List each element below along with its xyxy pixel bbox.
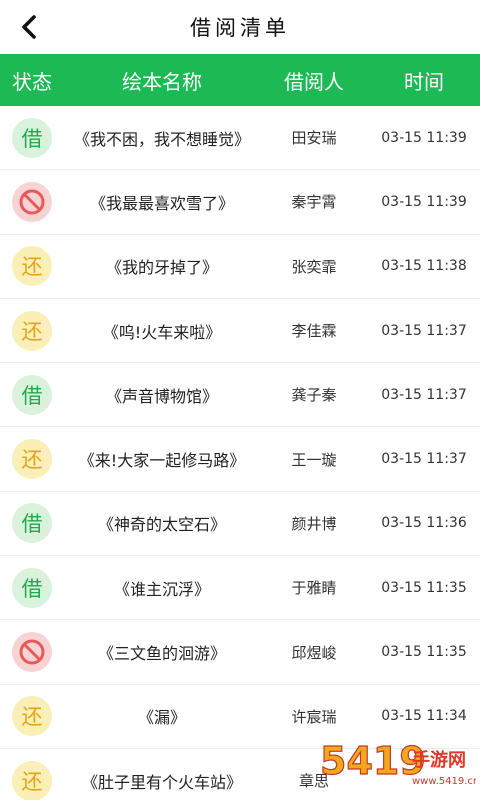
borrower-name: 龚子秦 <box>291 386 337 405</box>
borrow-time: 03-15 11:37 <box>381 322 467 339</box>
borrower-name: 李佳霖 <box>291 322 337 341</box>
nav-bar: 借阅清单 <box>0 0 480 54</box>
borrow-time: 03-15 11:35 <box>381 644 467 661</box>
status-cell: 还 <box>0 696 64 737</box>
table-row[interactable]: 借 《我不困，我不想睡觉》 田安瑞 03-15 11:39 <box>0 106 480 171</box>
table-row[interactable]: 还 《来!大家一起修马路》 王一璇 03-15 11:37 <box>0 427 480 492</box>
borrow-status-badge: 借 <box>12 567 52 608</box>
back-button[interactable] <box>14 12 44 42</box>
page-title: 借阅清单 <box>190 16 290 40</box>
header-time: 时间 <box>404 69 444 94</box>
ban-icon <box>12 632 52 673</box>
borrower-name: 王一璇 <box>291 450 337 469</box>
borrower-name: 许宸瑞 <box>291 707 337 726</box>
table-row[interactable]: 《三文鱼的洄游》 邱煜峻 03-15 11:35 <box>0 620 480 685</box>
table-row[interactable]: 借 《神奇的太空石》 颜井博 03-15 11:36 <box>0 492 480 557</box>
borrower-name: 张奕霏 <box>291 257 337 276</box>
table-row[interactable]: 还 《呜!火车来啦》 李佳霖 03-15 11:37 <box>0 299 480 364</box>
book-title: 《我不困，我不想睡觉》 <box>73 129 250 149</box>
book-title: 《呜!火车来啦》 <box>102 322 222 342</box>
borrow-time: 03-15 11:34 <box>381 708 467 725</box>
svg-text:5419: 5419 <box>320 739 426 783</box>
table-row[interactable]: 借 《谁主沉浮》 于雅睛 03-15 11:35 <box>0 556 480 621</box>
book-title: 《声音博物馆》 <box>105 386 218 406</box>
borrow-time: 03-15 11:39 <box>381 193 467 210</box>
status-cell: 还 <box>0 760 64 800</box>
return-status-badge: 还 <box>12 696 52 737</box>
borrow-time: 03-15 11:38 <box>381 258 467 275</box>
header-book: 绘本名称 <box>122 69 202 94</box>
borrow-status-badge: 借 <box>12 117 52 158</box>
book-title: 《来!大家一起修马路》 <box>78 451 246 471</box>
svg-text:www.5419.cn: www.5419.cn <box>412 776 476 787</box>
borrower-name: 邱煜峻 <box>291 643 337 662</box>
book-title: 《神奇的太空石》 <box>97 515 226 535</box>
return-status-badge: 还 <box>12 439 52 480</box>
borrow-time: 03-15 11:35 <box>381 579 467 596</box>
return-status-badge: 还 <box>12 246 52 287</box>
borrower-name: 颜井博 <box>291 514 337 533</box>
header-person: 借阅人 <box>284 69 344 94</box>
borrow-time: 03-15 11:37 <box>381 451 467 468</box>
chevron-left-icon <box>22 15 36 39</box>
table-row[interactable]: 《我最最喜欢雪了》 秦宇霄 03-15 11:39 <box>0 170 480 235</box>
book-title: 《谁主沉浮》 <box>113 579 210 599</box>
return-status-badge: 还 <box>12 760 52 800</box>
status-cell: 还 <box>0 439 64 480</box>
borrower-name: 于雅睛 <box>291 579 337 598</box>
status-cell: 借 <box>0 503 64 544</box>
book-title: 《三文鱼的洄游》 <box>97 644 226 664</box>
borrow-time: 03-15 11:37 <box>381 386 467 403</box>
status-cell: 借 <box>0 117 64 158</box>
status-cell: 还 <box>0 310 64 351</box>
status-cell: 借 <box>0 374 64 415</box>
status-cell <box>0 181 64 222</box>
borrower-name: 秦宇霄 <box>291 193 337 212</box>
status-cell: 还 <box>0 246 64 287</box>
borrow-status-badge: 借 <box>12 503 52 544</box>
borrow-list[interactable]: 借 《我不困，我不想睡觉》 田安瑞 03-15 11:39 《我最最喜欢雪了》 秦宇霄 03… <box>0 106 480 800</box>
status-cell <box>0 632 64 673</box>
book-title: 《肚子里有个火车站》 <box>81 772 242 792</box>
header-status: 状态 <box>12 69 52 94</box>
borrower-name: 田安瑞 <box>291 129 337 148</box>
ban-icon <box>12 181 52 222</box>
svg-text:手游网: 手游网 <box>412 749 466 771</box>
watermark-logo: 5419 手游网 www.5419.cn <box>316 736 479 796</box>
borrow-time: 03-15 11:39 <box>381 129 467 146</box>
book-title: 《漏》 <box>137 708 186 728</box>
return-status-badge: 还 <box>12 310 52 351</box>
borrow-time: 03-15 11:36 <box>381 515 467 532</box>
borrow-status-badge: 借 <box>12 374 52 415</box>
table-header: 状态 绘本名称 借阅人 时间 <box>0 54 480 106</box>
book-title: 《我最最喜欢雪了》 <box>89 193 234 213</box>
table-row[interactable]: 借 《声音博物馆》 龚子秦 03-15 11:37 <box>0 363 480 428</box>
status-cell: 借 <box>0 567 64 608</box>
book-title: 《我的牙掉了》 <box>105 258 218 278</box>
table-row[interactable]: 还 《我的牙掉了》 张奕霏 03-15 11:38 <box>0 235 480 299</box>
